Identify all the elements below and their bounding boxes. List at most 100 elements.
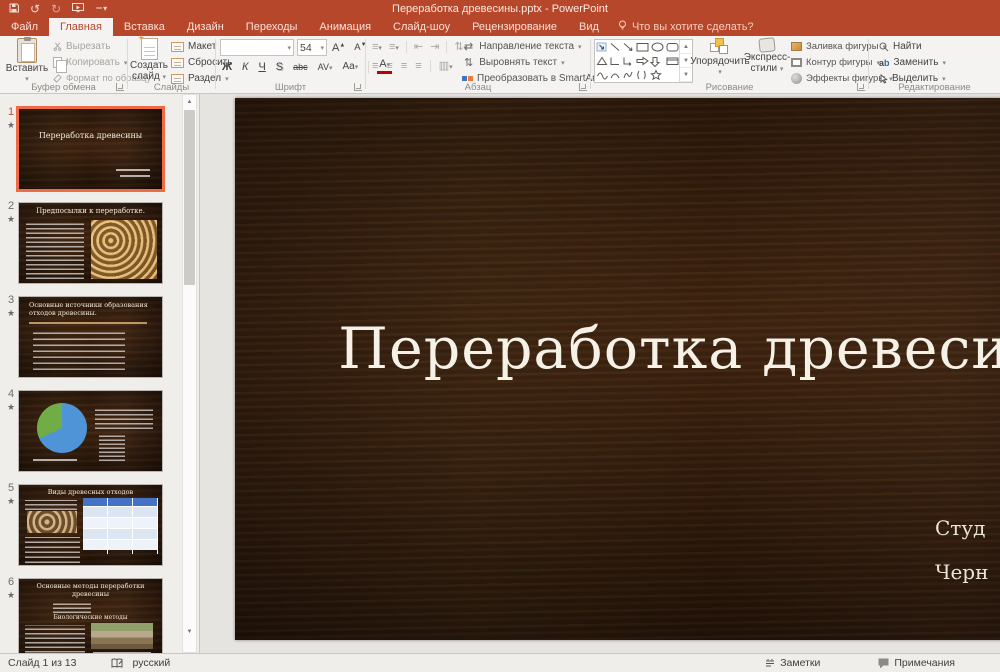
quick-styles-button[interactable]: Экспресс- стили ▾ (744, 37, 790, 75)
slide-thumbnail-3[interactable]: Основные источники образования отходов д… (18, 296, 163, 378)
lightbulb-icon (618, 20, 627, 34)
comments-toggle[interactable]: Примечания (878, 657, 955, 669)
tab-view[interactable]: Вид (568, 18, 610, 36)
replace-button[interactable]: ab Заменить ▾ (879, 55, 946, 70)
text-shadow-button[interactable]: S (274, 61, 285, 73)
increase-indent-icon[interactable]: ⇥ (428, 40, 441, 53)
find-icon (879, 42, 889, 51)
slide-canvas[interactable]: Переработка древесины Студ Черн (235, 98, 1000, 640)
save-icon[interactable] (9, 3, 19, 15)
clipboard-dialog-launcher[interactable] (116, 83, 124, 91)
cut-button[interactable]: Вырезать (53, 39, 110, 54)
align-center-icon[interactable]: ≡ (384, 60, 394, 72)
replace-icon: ab (879, 57, 890, 68)
underline-button[interactable]: Ч (256, 61, 267, 73)
slide-number: 6 (7, 576, 15, 588)
slide-thumbnail-2[interactable]: Предпосылки к переработке. (18, 202, 163, 284)
waste-types-table (83, 498, 158, 554)
tab-file[interactable]: Файл (0, 18, 49, 36)
new-slide-icon (138, 33, 158, 60)
slide-thumbnail-4[interactable] (18, 390, 163, 472)
bullets-icon[interactable]: ≡▾ (370, 41, 384, 53)
slide-thumbnail-1[interactable]: Переработка древесины (18, 108, 163, 190)
character-spacing-button[interactable]: AV▾ (316, 62, 335, 72)
start-slideshow-icon[interactable] (72, 3, 85, 15)
workspace: 1 ★ Переработка древесины 2 ★ Предпосылк… (0, 94, 1000, 653)
group-drawing: ▲ ▼ ▼ Упорядочить ▾ Экспресс- стили ▾ За… (591, 36, 893, 93)
tell-me-box[interactable]: Что вы хотите сделать? (610, 18, 762, 36)
tab-design[interactable]: Дизайн (176, 18, 235, 36)
credit-line-2[interactable]: Черн (935, 560, 988, 584)
shapes-gallery[interactable]: ▲ ▼ ▼ (594, 39, 693, 83)
strikethrough-button[interactable]: abc (291, 62, 310, 72)
slide-thumbnail-6[interactable]: Основные методы переработки древесины Би… (18, 578, 163, 653)
status-bar: Слайд 1 из 13 русский Заметки Примечания (0, 653, 1000, 672)
columns-icon[interactable]: ▥▾ (437, 59, 455, 72)
spellcheck-icon[interactable] (111, 658, 123, 669)
group-font: ▾ 54 ▾ A▲ A▼ Ж К Ч S abc AV▾ Aa▾ А▾ Шрифт (216, 36, 393, 93)
slide-thumbnail-5[interactable]: Виды древесных отходов (18, 484, 163, 566)
ribbon-tabs: Файл Главная Вставка Дизайн Переходы Ани… (0, 18, 1000, 36)
font-name-combobox[interactable]: ▾ (220, 39, 294, 56)
tab-slideshow[interactable]: Слайд-шоу (382, 18, 461, 36)
arrange-button[interactable]: Упорядочить ▾ (690, 38, 750, 78)
slide-title-text[interactable]: Переработка древесины (235, 316, 1000, 382)
wood-logs-image (27, 511, 77, 533)
tab-transitions[interactable]: Переходы (235, 18, 309, 36)
numbering-icon[interactable]: ≡▾ (387, 41, 401, 53)
bold-button[interactable]: Ж (220, 61, 234, 73)
slide-number: 1 (7, 106, 15, 118)
tab-review[interactable]: Рецензирование (461, 18, 568, 36)
justify-icon[interactable]: ≡ (413, 60, 423, 72)
title-bar: ↺ ↻ ＝▾ Переработка древесины.pptx - Powe… (0, 0, 1000, 18)
scroll-down-button[interactable]: ▼ (183, 625, 196, 638)
shape-fill-icon (791, 42, 802, 51)
undo-icon[interactable]: ↺ (30, 3, 40, 15)
align-text-button[interactable]: ⇅ Выровнять текст ▾ (462, 55, 565, 70)
notes-toggle[interactable]: Заметки (765, 657, 820, 669)
font-size-value: 54 (300, 41, 312, 54)
tab-animations[interactable]: Анимация (308, 18, 382, 36)
customize-qat-icon[interactable]: ＝▾ (95, 3, 107, 15)
group-slides: Создать слайд ▾ Макет▾ Сбросить Раздел▾ … (128, 33, 232, 93)
text-direction-button[interactable]: ⇄ Направление текста ▾ (462, 39, 582, 54)
new-slide-button[interactable]: Создать слайд ▾ (128, 33, 170, 83)
animation-star-icon: ★ (6, 120, 16, 130)
slide-indicator[interactable]: Слайд 1 из 13 (8, 657, 77, 669)
layout-icon (171, 41, 184, 52)
animation-star-icon: ★ (6, 402, 16, 412)
align-text-icon: ⇅ (464, 57, 474, 69)
italic-button[interactable]: К (240, 61, 250, 73)
grow-font-button[interactable]: A▲ (330, 42, 347, 54)
copy-button[interactable]: Копировать ▾ (53, 55, 127, 73)
text-direction-icon: ⇄ (464, 41, 474, 53)
scroll-up-button[interactable]: ▲ (183, 95, 196, 108)
animation-star-icon: ★ (6, 214, 16, 224)
notes-icon (766, 658, 775, 666)
font-size-combobox[interactable]: 54 ▾ (297, 39, 327, 56)
paste-icon (17, 37, 37, 63)
language-indicator[interactable]: русский (133, 657, 171, 669)
scrollbar-thumb[interactable] (184, 110, 195, 285)
animation-star-icon: ★ (6, 496, 16, 506)
credit-line-1[interactable]: Студ (935, 516, 985, 540)
drawing-dialog-launcher[interactable] (857, 83, 865, 91)
shape-outline-button[interactable]: Контур фигуры ▾ (791, 55, 880, 70)
align-right-icon[interactable]: ≡ (399, 60, 409, 72)
find-button[interactable]: Найти (879, 39, 922, 54)
redo-icon[interactable]: ↻ (51, 3, 61, 15)
font-dialog-launcher[interactable] (354, 83, 362, 91)
change-case-button[interactable]: Aa▾ (341, 61, 361, 72)
shape-icons (596, 42, 679, 81)
tab-home[interactable]: Главная (49, 18, 113, 36)
cut-icon (53, 42, 62, 51)
group-editing: Найти ab Заменить ▾ Выделить ▾ Редактирова… (879, 39, 971, 93)
paragraph-dialog-launcher[interactable] (579, 83, 587, 91)
thumbnail-scrollbar[interactable]: ▲ ▼ (182, 94, 197, 653)
ribbon: Вставить ▾ Вырезать Копировать ▾ Формат по… (0, 33, 1000, 94)
decrease-indent-icon[interactable]: ⇤ (412, 40, 425, 53)
shape-outline-icon (791, 58, 802, 67)
align-left-icon[interactable]: ≡ (370, 60, 380, 72)
compost-road-image (91, 623, 153, 649)
paste-button[interactable]: Вставить ▾ (5, 37, 49, 85)
